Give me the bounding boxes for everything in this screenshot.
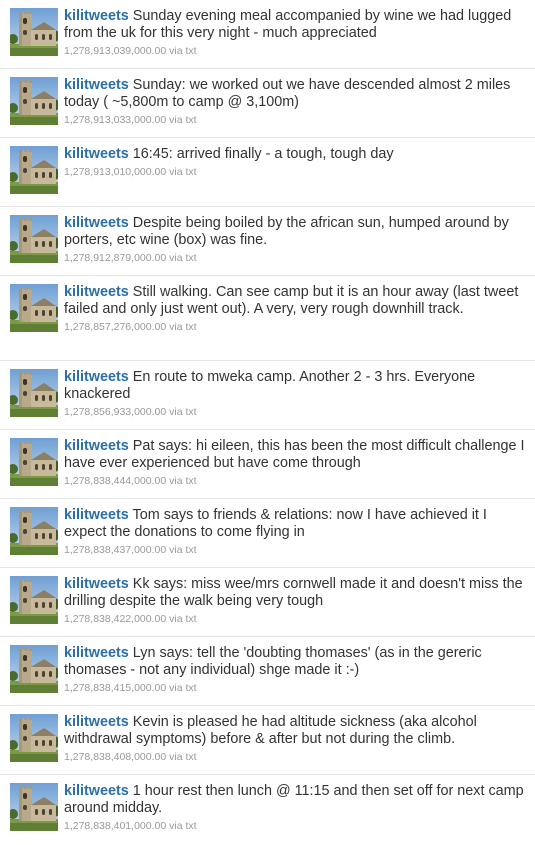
tweet-timestamp[interactable]: 1,278,838,437,000.00: [64, 544, 166, 556]
tweet-username-link[interactable]: kilitweets: [64, 507, 129, 523]
tweet-content: kilitweets 1 hour rest then lunch @ 11:1…: [64, 783, 527, 817]
tweet-username-link[interactable]: kilitweets: [64, 714, 129, 730]
tweet-item: kilitweets Sunday: we worked out we have…: [0, 69, 535, 138]
church-photo-avatar[interactable]: [10, 369, 58, 417]
tweet-source: via txt: [169, 544, 197, 556]
tweet-meta: 1,278,838,401,000.00 via txt: [64, 820, 527, 832]
tweet-text: 16:45: arrived finally - a tough, tough …: [132, 146, 394, 162]
tweet-item: kilitweets Kevin is pleased he had altit…: [0, 706, 535, 775]
tweet-text: Pat says: hi eileen, this has been the m…: [64, 438, 525, 471]
tweet-source: via txt: [169, 321, 197, 333]
tweet-source: via txt: [169, 252, 197, 264]
tweet-source: via txt: [169, 613, 197, 625]
tweet-item: kilitweets Still walking. Can see camp b…: [0, 276, 535, 361]
tweet-source: via txt: [169, 45, 197, 57]
tweet-item: kilitweets Despite being boiled by the a…: [0, 207, 535, 276]
tweet-source: via txt: [169, 475, 197, 487]
tweet-text: 1 hour rest then lunch @ 11:15 and then …: [64, 783, 524, 816]
tweet-timestamp[interactable]: 1,278,857,276,000.00: [64, 321, 166, 333]
tweet-meta: 1,278,913,039,000.00 via txt: [64, 45, 527, 57]
tweet-content: kilitweets Sunday: we worked out we have…: [64, 77, 527, 111]
tweet-username-link[interactable]: kilitweets: [64, 438, 129, 454]
tweet-content: kilitweets Pat says: hi eileen, this has…: [64, 438, 527, 472]
tweet-username-link[interactable]: kilitweets: [64, 8, 129, 24]
tweet-item: kilitweets Lyn says: tell the 'doubting …: [0, 637, 535, 706]
tweet-item: kilitweets En route to mweka camp. Anoth…: [0, 361, 535, 430]
tweet-timestamp[interactable]: 1,278,838,422,000.00: [64, 613, 166, 625]
tweet-text: Kk says: miss wee/mrs cornwell made it a…: [64, 576, 523, 609]
tweet-username-link[interactable]: kilitweets: [64, 284, 129, 300]
tweet-item: kilitweets Pat says: hi eileen, this has…: [0, 430, 535, 499]
tweet-text: Despite being boiled by the african sun,…: [64, 215, 509, 248]
tweet-content: kilitweets Kevin is pleased he had altit…: [64, 714, 527, 748]
church-photo-avatar[interactable]: [10, 284, 58, 332]
tweet-content: kilitweets Sunday evening meal accompani…: [64, 8, 527, 42]
tweet-source: via txt: [169, 406, 197, 418]
tweet-item: kilitweets Kk says: miss wee/mrs cornwel…: [0, 568, 535, 637]
tweet-timestamp[interactable]: 1,278,913,033,000.00: [64, 114, 166, 126]
tweet-timestamp[interactable]: 1,278,838,401,000.00: [64, 820, 166, 832]
tweet-source: via txt: [169, 820, 197, 832]
tweet-meta: 1,278,913,033,000.00 via txt: [64, 114, 527, 126]
church-photo-avatar[interactable]: [10, 8, 58, 56]
tweet-meta: 1,278,838,408,000.00 via txt: [64, 751, 527, 763]
church-photo-avatar[interactable]: [10, 645, 58, 693]
tweet-timestamp[interactable]: 1,278,856,933,000.00: [64, 406, 166, 418]
tweet-text: Sunday evening meal accompanied by wine …: [64, 8, 512, 41]
tweet-feed: kilitweets Sunday evening meal accompani…: [0, 0, 535, 845]
tweet-meta: 1,278,838,444,000.00 via txt: [64, 475, 527, 487]
tweet-source: via txt: [169, 114, 197, 126]
church-photo-avatar[interactable]: [10, 146, 58, 194]
tweet-content: kilitweets Despite being boiled by the a…: [64, 215, 527, 249]
tweet-source: via txt: [169, 166, 197, 178]
tweet-source: via txt: [169, 751, 197, 763]
tweet-username-link[interactable]: kilitweets: [64, 215, 129, 231]
tweet-timestamp[interactable]: 1,278,838,444,000.00: [64, 475, 166, 487]
tweet-timestamp[interactable]: 1,278,838,415,000.00: [64, 682, 166, 694]
church-photo-avatar[interactable]: [10, 714, 58, 762]
tweet-item: kilitweets 1 hour rest then lunch @ 11:1…: [0, 775, 535, 845]
church-photo-avatar[interactable]: [10, 77, 58, 125]
tweet-timestamp[interactable]: 1,278,912,879,000.00: [64, 252, 166, 264]
tweet-username-link[interactable]: kilitweets: [64, 77, 129, 93]
tweet-username-link[interactable]: kilitweets: [64, 369, 129, 385]
tweet-source: via txt: [169, 682, 197, 694]
tweet-item: kilitweets 16:45: arrived finally - a to…: [0, 138, 535, 207]
tweet-content: kilitweets Tom says to friends & relatio…: [64, 507, 527, 541]
tweet-username-link[interactable]: kilitweets: [64, 783, 129, 799]
tweet-username-link[interactable]: kilitweets: [64, 146, 129, 162]
tweet-meta: 1,278,857,276,000.00 via txt: [64, 321, 527, 333]
tweet-timestamp[interactable]: 1,278,913,039,000.00: [64, 45, 166, 57]
tweet-content: kilitweets Kk says: miss wee/mrs cornwel…: [64, 576, 527, 610]
tweet-username-link[interactable]: kilitweets: [64, 645, 129, 661]
tweet-meta: 1,278,838,422,000.00 via txt: [64, 613, 527, 625]
church-photo-avatar[interactable]: [10, 783, 58, 831]
tweet-meta: 1,278,913,010,000.00 via txt: [64, 166, 527, 178]
tweet-meta: 1,278,838,437,000.00 via txt: [64, 544, 527, 556]
church-photo-avatar[interactable]: [10, 438, 58, 486]
tweet-timestamp[interactable]: 1,278,838,408,000.00: [64, 751, 166, 763]
tweet-content: kilitweets Lyn says: tell the 'doubting …: [64, 645, 527, 679]
tweet-content: kilitweets En route to mweka camp. Anoth…: [64, 369, 527, 403]
church-photo-avatar[interactable]: [10, 215, 58, 263]
church-photo-avatar[interactable]: [10, 576, 58, 624]
tweet-item: kilitweets Tom says to friends & relatio…: [0, 499, 535, 568]
tweet-text: Sunday: we worked out we have descended …: [64, 77, 511, 110]
tweet-username-link[interactable]: kilitweets: [64, 576, 129, 592]
tweet-text: Still walking. Can see camp but it is an…: [64, 284, 519, 317]
tweet-timestamp[interactable]: 1,278,913,010,000.00: [64, 166, 166, 178]
tweet-meta: 1,278,856,933,000.00 via txt: [64, 406, 527, 418]
tweet-meta: 1,278,912,879,000.00 via txt: [64, 252, 527, 264]
tweet-meta: 1,278,838,415,000.00 via txt: [64, 682, 527, 694]
tweet-item: kilitweets Sunday evening meal accompani…: [0, 0, 535, 69]
tweet-content: kilitweets Still walking. Can see camp b…: [64, 284, 527, 318]
tweet-content: kilitweets 16:45: arrived finally - a to…: [64, 146, 527, 163]
church-photo-avatar[interactable]: [10, 507, 58, 555]
